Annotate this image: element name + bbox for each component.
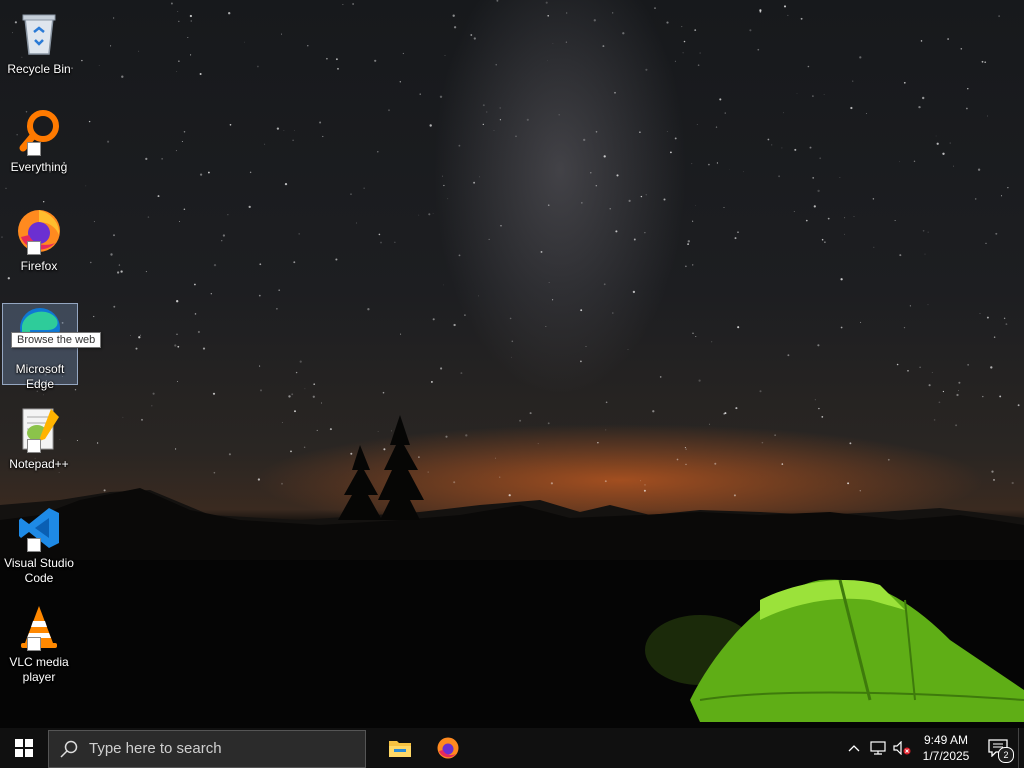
shortcut-arrow-icon [27,439,41,453]
search-icon [49,740,89,758]
shortcut-arrow-icon [27,241,41,255]
desktop-icon-label: Everything [10,160,68,174]
desktop[interactable]: Recycle Bin Everything Firefox Microsoft… [0,0,1024,728]
chevron-up-icon [848,745,860,752]
search-placeholder: Type here to search [89,740,222,757]
clock[interactable]: 9:49 AM 1/7/2025 [914,732,978,764]
file-explorer-icon [389,741,411,757]
notepadpp-icon [15,405,63,453]
shortcut-arrow-icon [27,538,41,552]
network-icon [870,741,886,755]
windows-logo-icon [15,739,33,757]
firefox-icon [15,207,63,255]
landscape-wallpaper [0,415,1024,728]
show-desktop-button[interactable] [1018,728,1024,768]
vscode-icon [15,504,63,552]
tooltip: Browse the web [11,332,102,348]
taskbar: Type here to search 9:49 AM 1/7/2025 2 [0,728,1024,768]
network-button[interactable] [866,728,890,768]
taskbar-app-firefox[interactable] [424,728,472,768]
firefox-icon [437,737,459,759]
volume-button[interactable] [890,728,914,768]
clock-time: 9:49 AM [923,733,969,747]
show-hidden-icons-button[interactable] [842,728,866,768]
clock-date: 1/7/2025 [922,749,970,763]
desktop-icon-everything[interactable]: Everything [2,104,76,175]
system-tray: 9:49 AM 1/7/2025 2 [842,728,1024,768]
taskbar-app-file-explorer[interactable] [376,728,424,768]
desktop-icon-label: Visual Studio Code [4,556,74,585]
recycle-bin-icon [15,10,63,58]
volume-muted-icon [893,741,911,755]
action-center-button[interactable]: 2 [978,728,1018,768]
taskbar-search-box[interactable]: Type here to search [48,729,366,768]
vlc-icon [15,603,63,651]
desktop-icon-label: Recycle Bin [7,62,71,76]
desktop-icon-label: Microsoft Edge [15,362,65,391]
start-button[interactable] [0,728,48,768]
desktop-icon-label: Notepad++ [9,457,69,471]
shortcut-arrow-icon [27,637,41,651]
desktop-icon-recycle-bin[interactable]: Recycle Bin [2,6,76,77]
desktop-icon-firefox[interactable]: Firefox [2,203,76,274]
desktop-icon-vscode[interactable]: Visual Studio Code [2,500,76,586]
everything-search-icon [15,108,63,156]
desktop-icon-notepadpp[interactable]: Notepad++ [2,401,76,472]
notification-count-badge: 2 [998,747,1014,763]
shortcut-arrow-icon [27,142,41,156]
desktop-icon-label: Firefox [20,259,58,273]
desktop-icon-vlc[interactable]: VLC media player [2,599,76,685]
desktop-icon-label: VLC media player [9,655,69,684]
